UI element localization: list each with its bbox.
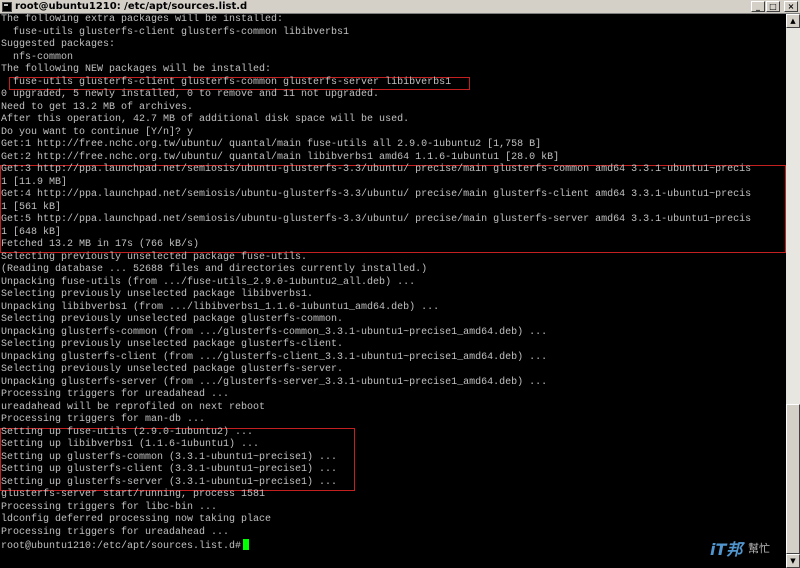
- scroll-up-arrow-icon[interactable]: ▲: [786, 14, 800, 28]
- window-title: root@ubuntu1210: /etc/apt/sources.list.d: [15, 0, 248, 12]
- terminal-line: Fetched 13.2 MB in 17s (766 kB/s): [1, 239, 200, 250]
- window-controls: _ □ ×: [751, 1, 798, 12]
- terminal-line: Selecting previously unselected package …: [1, 339, 344, 350]
- terminal-app-icon[interactable]: [2, 1, 12, 12]
- terminal-line: Unpacking glusterfs-server (from .../glu…: [1, 376, 548, 388]
- scroll-down-arrow-icon[interactable]: ▼: [786, 554, 800, 568]
- terminal-line: fuse-utils glusterfs-client glusterfs-co…: [1, 26, 350, 38]
- terminal-line: Need to get 13.2 MB of archives.: [1, 101, 194, 113]
- terminal-line: Selecting previously unselected package …: [1, 289, 314, 300]
- terminal-line: Get:1 http://free.nchc.org.tw/ubuntu/ qu…: [1, 139, 542, 150]
- terminal-line: Get:5 http://ppa.launchpad.net/semiosis/…: [1, 214, 752, 225]
- watermark-sub-text: 幫忙: [748, 542, 770, 555]
- terminal-line: Selecting previously unselected package …: [1, 314, 344, 325]
- terminal-line: Processing triggers for ureadahead ...: [1, 526, 230, 538]
- vertical-scrollbar[interactable]: ▲ ▼: [786, 14, 800, 568]
- terminal-line: Unpacking glusterfs-common (from .../glu…: [1, 326, 548, 338]
- terminal-line: Unpacking glusterfs-client (from .../glu…: [1, 351, 548, 363]
- terminal-line: ureadahead will be reprofiled on next re…: [1, 401, 266, 413]
- scrollbar-track[interactable]: [786, 28, 800, 554]
- terminal-line: Get:2 http://free.nchc.org.tw/ubuntu/ qu…: [1, 151, 560, 163]
- terminal-window: root@ubuntu1210: /etc/apt/sources.list.d…: [0, 0, 800, 568]
- terminal-line: fuse-utils glusterfs-client glusterfs-co…: [1, 76, 452, 88]
- terminal-line: ldconfig deferred processing now taking …: [1, 514, 272, 525]
- site-watermark-logo: iT邦 幫忙: [710, 536, 784, 564]
- terminal-line: Setting up glusterfs-server (3.3.1-ubunt…: [1, 476, 338, 488]
- terminal-line: Setting up glusterfs-common (3.3.1-ubunt…: [1, 451, 338, 463]
- terminal-line: Setting up glusterfs-client (3.3.1-ubunt…: [1, 464, 338, 475]
- terminal-line: Get:3 http://ppa.launchpad.net/semiosis/…: [1, 164, 752, 175]
- terminal-line: Selecting previously unselected package …: [1, 364, 344, 375]
- terminal-line: Do you want to continue [Y/n]? y: [1, 126, 194, 138]
- terminal-line: 0 upgraded, 5 newly installed, 0 to remo…: [1, 89, 380, 100]
- scrollbar-thumb[interactable]: [786, 404, 800, 554]
- terminal-line: The following NEW packages will be insta…: [1, 64, 272, 75]
- terminal-line: Setting up libibverbs1 (1.1.6-1ubuntu1) …: [1, 439, 260, 450]
- terminal-line: 1 [561 kB]: [1, 201, 62, 213]
- close-button[interactable]: ×: [784, 1, 798, 12]
- maximize-button[interactable]: □: [766, 1, 780, 12]
- terminal-line: Selecting previously unselected package …: [1, 251, 308, 263]
- terminal-line: Processing triggers for libc-bin ...: [1, 501, 218, 513]
- terminal-line: The following extra packages will be ins…: [1, 14, 284, 25]
- terminal-line: Unpacking fuse-utils (from .../fuse-util…: [1, 276, 416, 288]
- terminal-line: (Reading database ... 52688 files and di…: [1, 264, 428, 275]
- terminal-line: Unpacking libibverbs1 (from .../libibver…: [1, 301, 440, 313]
- terminal-line: 1 [648 kB]: [1, 226, 62, 238]
- watermark-main-text: iT邦: [710, 540, 743, 559]
- terminal-line: After this operation, 42.7 MB of additio…: [1, 114, 410, 125]
- terminal-line: Processing triggers for man-db ...: [1, 414, 206, 425]
- terminal-line: Setting up fuse-utils (2.9.0-1ubuntu2) .…: [1, 426, 254, 438]
- terminal-line: Processing triggers for ureadahead ...: [1, 389, 230, 400]
- minimize-button[interactable]: _: [751, 1, 765, 12]
- title-bar[interactable]: root@ubuntu1210: /etc/apt/sources.list.d…: [0, 0, 800, 14]
- text-cursor: [243, 539, 250, 550]
- terminal-line: Suggested packages:: [1, 39, 116, 50]
- terminal-line: 1 [11.9 MB]: [1, 176, 68, 188]
- terminal-line: nfs-common: [1, 51, 74, 63]
- terminal-output[interactable]: The following extra packages will be ins…: [0, 14, 786, 568]
- shell-prompt: root@ubuntu1210:/etc/apt/sources.list.d#: [1, 539, 250, 552]
- terminal-line: glusterfs-server start/running, process …: [1, 489, 266, 500]
- terminal-line: Get:4 http://ppa.launchpad.net/semiosis/…: [1, 189, 752, 200]
